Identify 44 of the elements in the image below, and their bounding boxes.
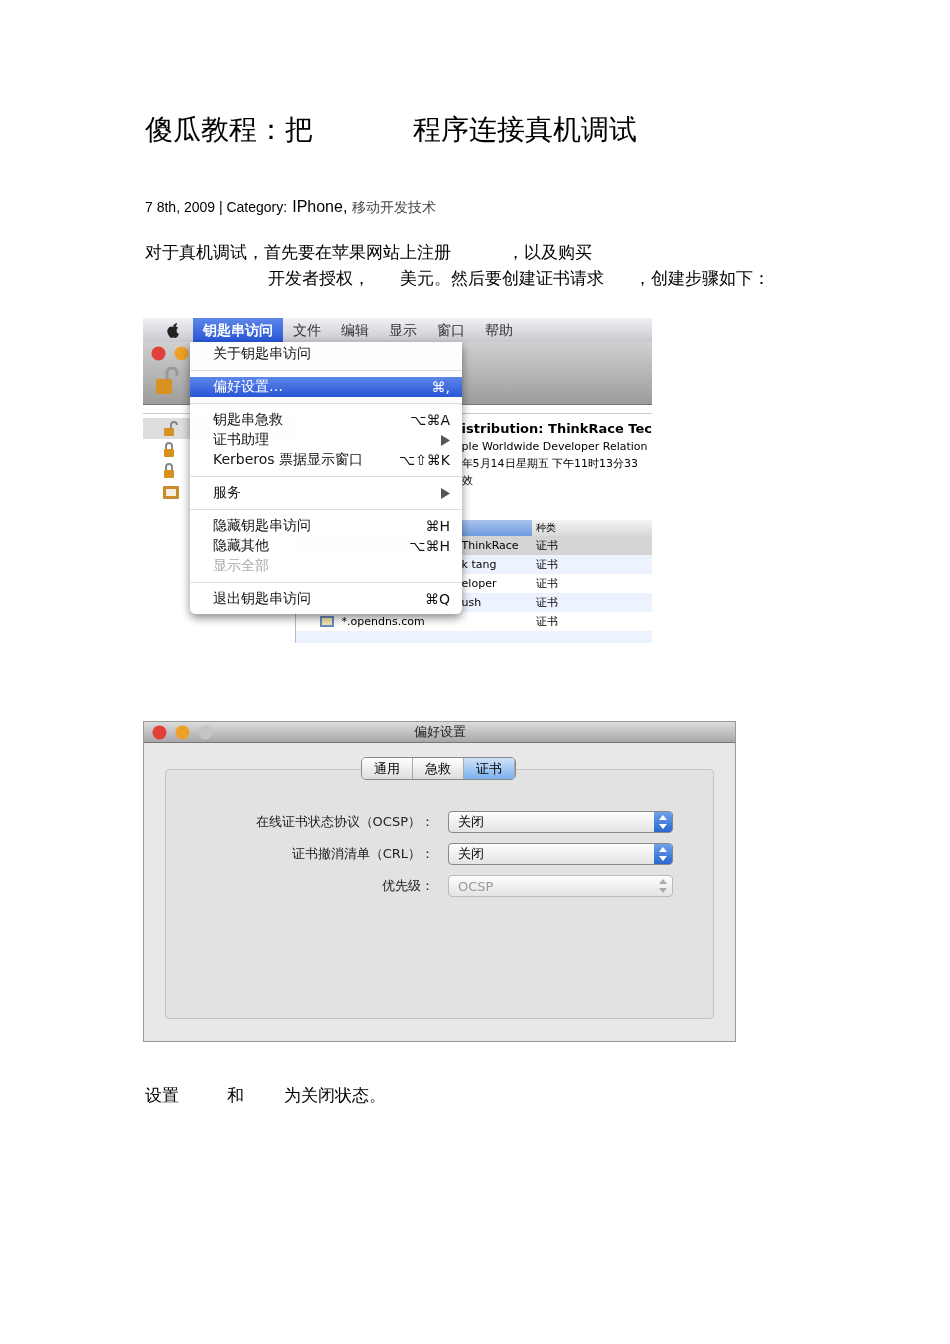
article-title: 程序连接真机调试 xyxy=(413,112,637,148)
table-cell: *.opendns.com xyxy=(341,615,425,628)
shortcut-text: ⌥⇧⌘K xyxy=(398,452,450,468)
paragraph-text: 和 xyxy=(227,1084,244,1107)
shortcut-text: ⌘, xyxy=(431,379,450,395)
shortcut-text: ⌘Q xyxy=(424,591,450,607)
paragraph-text: 对于真机调试，首先要在苹果网站上注册 xyxy=(145,241,451,264)
menu-item-label: 偏好设置… xyxy=(213,378,284,396)
shortcut-text: ⌥⌘H xyxy=(409,538,450,554)
paragraph-text: 为关闭状态。 xyxy=(284,1084,386,1107)
field-label: 在线证书状态协议（OCSP）： xyxy=(254,813,434,831)
paragraph-text: ，以及购买 xyxy=(507,241,592,264)
field-label: 优先级： xyxy=(381,877,434,895)
table-cell: 证书 xyxy=(535,576,558,591)
menu-item-label: 隐藏其他 xyxy=(213,537,270,555)
paragraph-text: 美元。然后要创建证书请求 xyxy=(400,267,604,290)
table-cell: ush xyxy=(461,596,482,609)
table-cell: 证书 xyxy=(535,595,558,610)
table-cell: ThinkRace xyxy=(461,539,519,552)
shortcut-text: ⌥⌘A xyxy=(410,412,450,428)
menu-item-label: 关于钥匙串访问 xyxy=(213,345,312,363)
table-cell: eloper xyxy=(461,577,497,590)
paragraph-text: 设置 xyxy=(145,1084,179,1107)
certificate-title: istribution: ThinkRace Tec xyxy=(461,420,652,438)
paragraph-text: 开发者授权， xyxy=(268,267,370,290)
article-title: 傻瓜教程：把 xyxy=(145,112,313,148)
issuer-text: ple Worldwide Developer Relation xyxy=(461,439,649,455)
menu-item-label: 隐藏钥匙串访问 xyxy=(213,517,312,535)
menu-item-label: 钥匙串急救 xyxy=(213,411,284,429)
paragraph-text: ，创建步骤如下： xyxy=(634,267,770,290)
menu-item-label: 服务 xyxy=(213,484,242,502)
shortcut-text: ⌘H xyxy=(425,518,450,534)
status-text: 效 xyxy=(461,473,474,489)
table-cell: 证书 xyxy=(535,614,558,629)
post-meta: 7 8th, 2009 | Category: xyxy=(145,199,288,215)
expiry-text: 年5月14日星期五 下午11时13分33 xyxy=(461,456,640,472)
menu-item-label: 显示全部 xyxy=(213,557,270,575)
window-title: 偏好设置 xyxy=(413,723,466,741)
menu-item-label: Kerberos 票据显示窗口 xyxy=(213,451,365,469)
table-cell: 证书 xyxy=(535,557,558,572)
table-cell: k tang xyxy=(461,558,497,571)
field-label: 证书撤消清单（CRL）： xyxy=(290,845,434,863)
table-cell: 证书 xyxy=(535,538,558,553)
menu-item-label: 证书助理 xyxy=(213,431,270,449)
